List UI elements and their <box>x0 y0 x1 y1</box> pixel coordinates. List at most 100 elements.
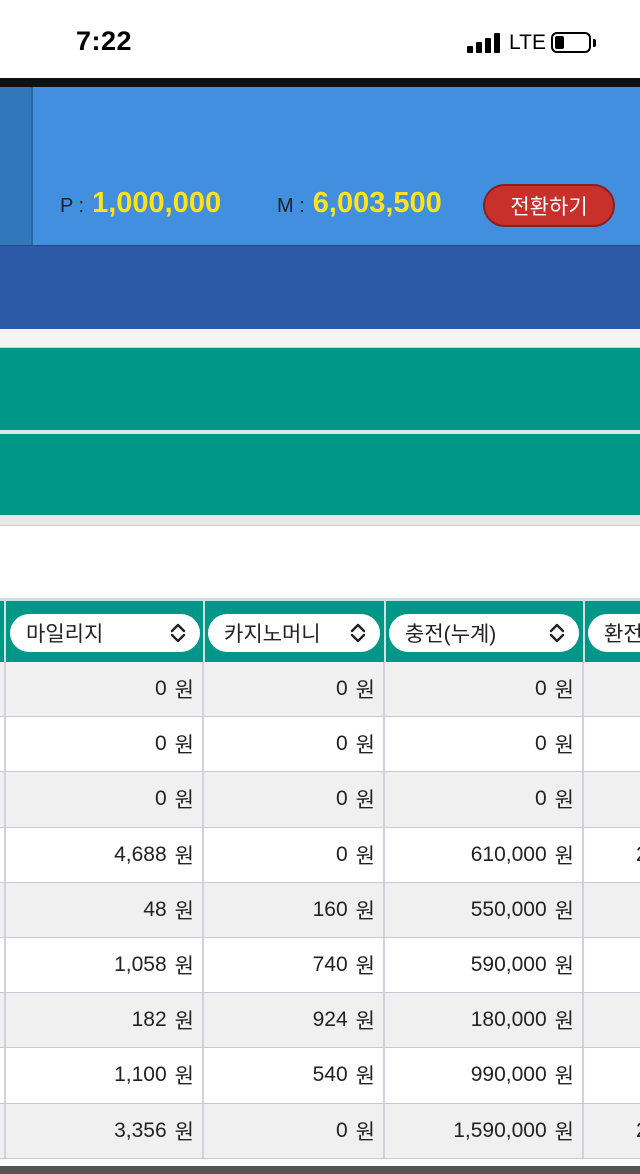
currency-unit: 원 <box>355 1065 375 1089</box>
filter-bar-1[interactable] <box>0 348 640 430</box>
charge-total-cell: 0원 <box>385 717 584 772</box>
cell-value: 2 <box>636 1119 640 1143</box>
table-row[interactable]: 1,058 원 740 원 590,000 원 <box>0 937 640 994</box>
charge-total-cell: 610,000 원 <box>385 827 584 882</box>
exchange-cell: 2 <box>584 828 640 882</box>
sort-icon <box>549 623 565 643</box>
charge-total-cell: 590,000 원 <box>385 937 584 993</box>
column-divider <box>384 601 386 662</box>
currency-unit: 원 <box>355 844 375 868</box>
battery-tip <box>593 39 596 47</box>
cell-value: 550,000 <box>470 897 547 921</box>
currency-unit: 원 <box>554 955 574 979</box>
cell-value: 160 <box>312 897 348 921</box>
table-row[interactable]: 3,356원0원1,590,000원2 <box>0 1103 640 1159</box>
table-row[interactable]: 0원0원0원 <box>0 772 640 828</box>
mileage-cell: 0원 <box>6 717 204 772</box>
money-value: 6,003,500 <box>312 187 442 219</box>
money-label: M : <box>277 195 305 217</box>
casino-money-cell: 740 원 <box>204 937 385 993</box>
cell-value: 182 <box>131 1008 167 1032</box>
currency-unit: 원 <box>355 789 375 813</box>
mileage-cell: 0원 <box>6 772 204 827</box>
currency-unit: 원 <box>355 899 375 923</box>
exchange-cell <box>584 662 640 716</box>
mileage-cell: 3,356 원 <box>6 1103 204 1158</box>
cell-value: 1,590,000 <box>453 1118 547 1142</box>
table-row[interactable]: 48 원 160 원 550,000 원 <box>0 882 640 938</box>
exchange-cell: 2 <box>584 1104 640 1158</box>
currency-unit: 원 <box>554 679 574 703</box>
header-side-tab[interactable] <box>0 87 33 245</box>
mileage-cell: 48 원 <box>6 882 204 937</box>
column-label: 마일리지 <box>26 623 104 646</box>
table-row[interactable]: 4,688원0원610,000원2 <box>0 827 640 883</box>
top-divider <box>0 78 640 87</box>
casino-money-cell: 0원 <box>204 827 385 882</box>
currency-unit: 원 <box>174 844 194 868</box>
currency-unit: 원 <box>174 789 194 813</box>
sort-icon <box>350 623 366 643</box>
column-header-mileage[interactable]: 마일리지 <box>10 614 200 652</box>
cell-value: 0 <box>335 1118 348 1142</box>
currency-unit: 원 <box>174 679 194 703</box>
cell-value: 1,100 <box>114 1063 167 1087</box>
charge-total-cell: 1,590,000 원 <box>385 1103 584 1158</box>
table-row[interactable]: 0원0원0원 <box>0 662 640 718</box>
nav-bar[interactable] <box>0 245 640 329</box>
currency-unit: 원 <box>355 955 375 979</box>
currency-unit: 원 <box>554 789 574 813</box>
cell-value: 540 <box>312 1063 348 1087</box>
mileage-cell: 4,688 원 <box>6 827 204 882</box>
currency-unit: 원 <box>554 1065 574 1089</box>
column-divider <box>583 601 585 662</box>
currency-unit: 원 <box>554 899 574 923</box>
charge-total-cell: 990,000 원 <box>385 1048 584 1103</box>
column-header-casino-money[interactable]: 카지노머니 <box>208 614 380 652</box>
network-type: LTE <box>509 31 546 54</box>
column-divider <box>4 601 6 662</box>
currency-unit: 원 <box>174 1120 194 1144</box>
points-label: P : <box>60 195 85 217</box>
mileage-cell: 1,100 원 <box>6 1048 204 1103</box>
status-time: 7:22 <box>76 26 133 56</box>
column-divider <box>203 601 205 662</box>
currency-unit: 원 <box>554 1120 574 1144</box>
table-row[interactable]: 1,100 원 540 원 990,000 원 <box>0 1048 640 1104</box>
currency-unit: 원 <box>355 1120 375 1144</box>
cell-value: 4,688 <box>114 842 167 866</box>
column-header-exchange[interactable]: 환전 <box>588 614 640 652</box>
column-header-charge-total[interactable]: 충전(누계) <box>389 614 579 652</box>
casino-money-cell: 0원 <box>204 662 385 717</box>
bottom-edge <box>0 1166 640 1174</box>
table-row[interactable]: 0원0원0원 <box>0 717 640 773</box>
currency-unit: 원 <box>355 734 375 758</box>
section-gap-2 <box>0 515 640 526</box>
cell-value: 924 <box>312 1008 348 1032</box>
currency-unit: 원 <box>554 844 574 868</box>
cell-value: 0 <box>534 732 547 756</box>
status-bar: 7:22 LTE <box>0 0 640 78</box>
casino-money-cell: 160 원 <box>204 882 385 937</box>
currency-unit: 원 <box>174 1010 194 1034</box>
exchange-cell <box>584 717 640 771</box>
casino-money-cell: 0원 <box>204 772 385 827</box>
cell-value: 590,000 <box>470 953 547 977</box>
filter-bar-2[interactable] <box>0 434 640 515</box>
cell-value: 0 <box>154 732 167 756</box>
mileage-cell: 182 원 <box>6 993 204 1048</box>
table-row[interactable]: 182 원 924 원 180,000 원 <box>0 993 640 1049</box>
exchange-cell <box>584 772 640 826</box>
cell-value: 0 <box>154 677 167 701</box>
column-label: 환전 <box>604 623 640 646</box>
convert-button[interactable]: 전환하기 <box>483 184 615 227</box>
cell-value: 990,000 <box>470 1063 547 1087</box>
casino-money-cell: 540 원 <box>204 1048 385 1103</box>
column-label: 충전(누계) <box>405 623 497 646</box>
mileage-cell: 0원 <box>6 662 204 717</box>
currency-unit: 원 <box>355 1010 375 1034</box>
cell-value: 1,058 <box>114 953 167 977</box>
table-body: 0원0원0원0원0원0원0원0원0원4,688원0원610,000원248원16… <box>0 662 640 1159</box>
currency-unit: 원 <box>174 955 194 979</box>
currency-unit: 원 <box>174 899 194 923</box>
